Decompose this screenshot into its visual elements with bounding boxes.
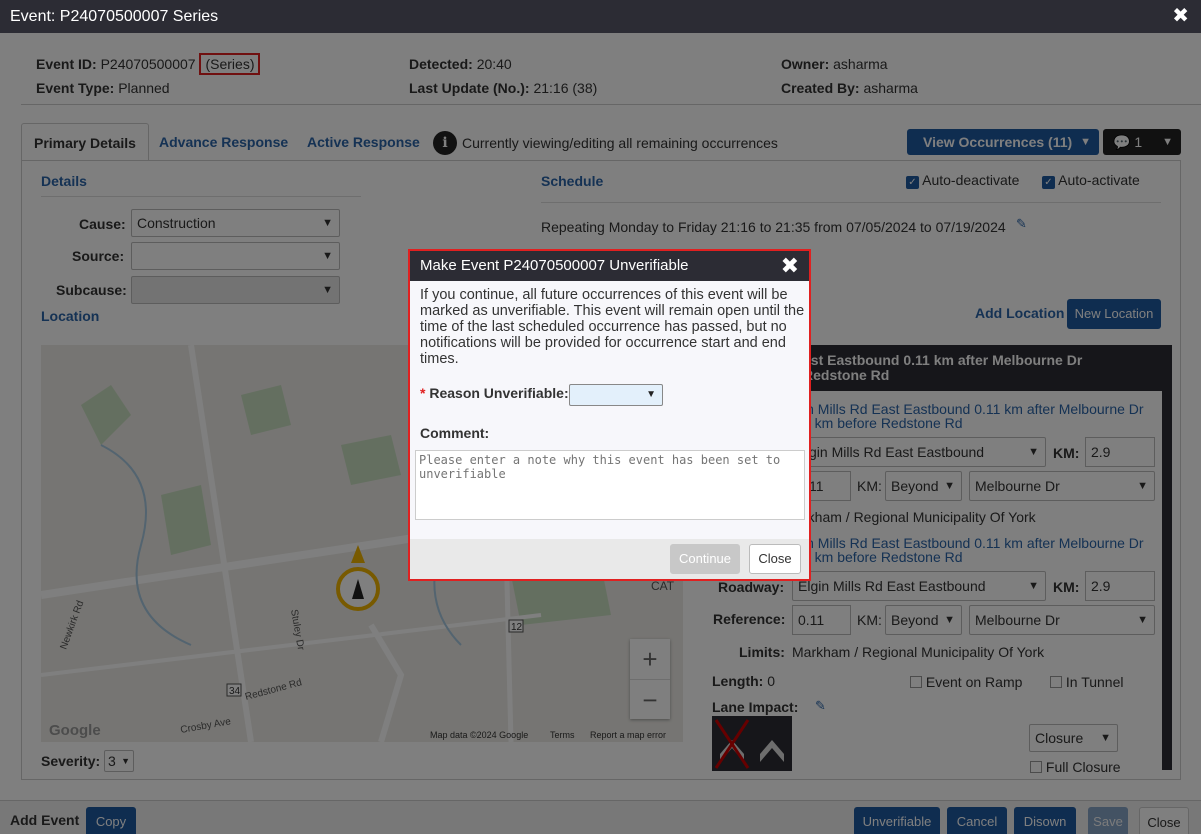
required-marker: *: [420, 385, 426, 401]
continue-button[interactable]: Continue: [670, 544, 740, 574]
unverifiable-dialog: Make Event P24070500007 Unverifiable ✖ I…: [408, 249, 811, 581]
close-icon[interactable]: ✖: [1172, 0, 1189, 33]
chevron-down-icon: ▼: [646, 389, 656, 400]
dialog-footer: Continue Close: [410, 539, 809, 579]
reason-label: Reason Unverifiable:: [429, 385, 569, 401]
window-titlebar: Event: P24070500007 Series ✖: [0, 0, 1201, 33]
dialog-close-button[interactable]: Close: [749, 544, 801, 574]
comment-textarea[interactable]: [415, 450, 805, 520]
close-icon[interactable]: ✖: [781, 251, 799, 281]
reason-select[interactable]: ▼: [569, 384, 663, 406]
window-title: Event: P24070500007 Series: [10, 8, 219, 25]
comment-label: Comment:: [420, 425, 490, 441]
dialog-message: If you continue, all future occurrences …: [420, 287, 805, 367]
dialog-title: Make Event P24070500007 Unverifiable: [420, 257, 689, 274]
dialog-header: Make Event P24070500007 Unverifiable ✖: [410, 251, 809, 281]
